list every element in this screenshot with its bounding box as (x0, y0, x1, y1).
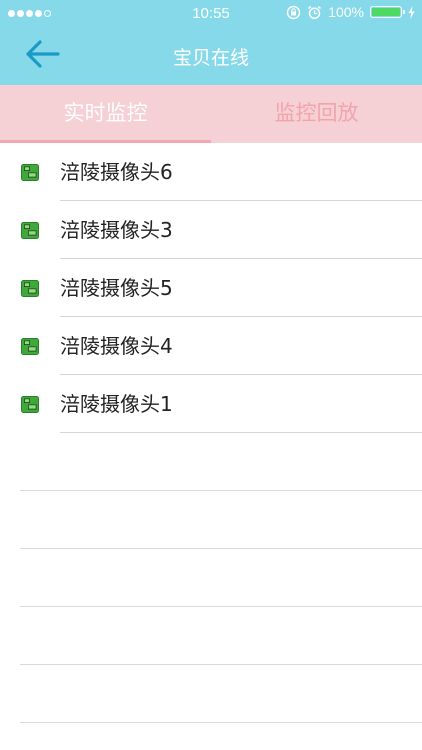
empty-row (0, 433, 422, 491)
camera-list: 涪陵摄像头6 涪陵摄像头3 涪陵摄像头5 涪陵摄像头4 涪陵摄像头1 (0, 143, 422, 433)
camera-name: 涪陵摄像头6 (60, 160, 173, 184)
camera-device-icon (21, 338, 39, 355)
camera-name: 涪陵摄像头5 (60, 276, 173, 300)
camera-list-item[interactable]: 涪陵摄像头5 (0, 259, 422, 317)
camera-name: 涪陵摄像头3 (60, 218, 173, 242)
charging-icon (408, 5, 415, 19)
status-bar: 10:55 100% (0, 0, 422, 28)
tab-bar: 实时监控 监控回放 (0, 85, 422, 143)
rotation-lock-icon (286, 5, 301, 19)
camera-list-item[interactable]: 涪陵摄像头1 (0, 375, 422, 433)
row-divider (20, 722, 422, 723)
header: 10:55 100% 宝贝在线 (0, 0, 422, 85)
camera-list-item[interactable]: 涪陵摄像头3 (0, 201, 422, 259)
camera-list-item[interactable]: 涪陵摄像头4 (0, 317, 422, 375)
camera-device-icon (21, 164, 39, 181)
empty-row (0, 549, 422, 607)
empty-list-area (0, 433, 422, 723)
status-right-group: 100% (286, 4, 415, 20)
empty-row (0, 665, 422, 723)
camera-device-icon (21, 280, 39, 297)
camera-name: 涪陵摄像头4 (60, 334, 173, 358)
tab-monitoring-playback[interactable]: 监控回放 (211, 85, 422, 143)
empty-row (0, 491, 422, 549)
camera-device-icon (21, 396, 39, 413)
page-title: 宝贝在线 (172, 47, 249, 69)
tab-live-monitoring[interactable]: 实时监控 (0, 85, 211, 143)
battery-level (372, 8, 400, 16)
empty-row (0, 607, 422, 665)
battery-icon (370, 6, 405, 18)
camera-list-item[interactable]: 涪陵摄像头6 (0, 143, 422, 201)
camera-device-icon (21, 222, 39, 239)
alarm-icon (308, 5, 322, 19)
camera-name: 涪陵摄像头1 (60, 392, 173, 416)
battery-percent: 100% (328, 4, 364, 20)
